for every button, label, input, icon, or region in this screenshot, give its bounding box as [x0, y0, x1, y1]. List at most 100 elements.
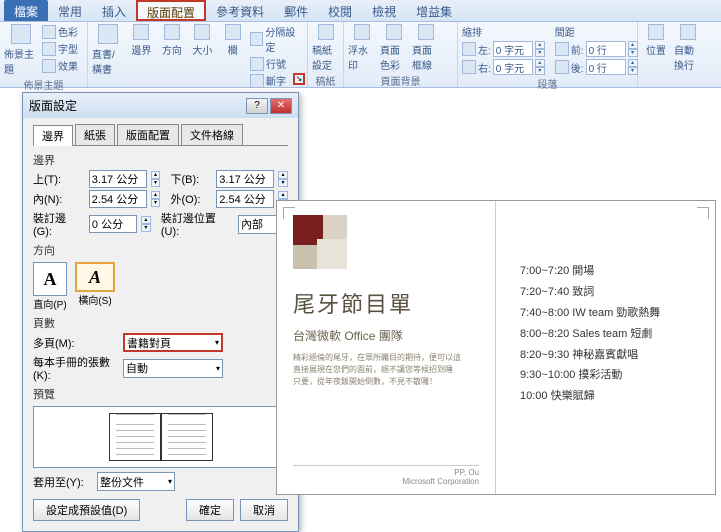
document-title: 尾牙節目單 [293, 287, 479, 319]
document-subtitle: 台灣微軟 Office 團隊 [293, 327, 479, 344]
theme-effects-button[interactable]: 效果 [42, 58, 78, 73]
preview-pane [33, 406, 288, 468]
watermark-button[interactable]: 浮水印 [348, 24, 376, 72]
schedule-item: 7:00~7:20 開場 [520, 261, 691, 282]
tab-review[interactable]: 校閱 [318, 0, 362, 21]
orientation-landscape[interactable]: A橫向(S) [75, 262, 115, 311]
multi-pages-dropdown[interactable]: 書籍對頁▾ [123, 333, 223, 352]
paragraph-group-label: 段落 [462, 75, 633, 92]
schedule-item: 8:00~8:20 Sales team 短劇 [520, 324, 691, 345]
text-direction-button[interactable]: 直書/橫書 [92, 24, 124, 76]
schedule-item: 10:00 快樂賦歸 [520, 386, 691, 407]
preview-section-label: 預覽 [33, 386, 288, 402]
tab-mailings[interactable]: 郵件 [274, 0, 318, 21]
margin-outside-label: 外(O): [170, 191, 212, 207]
decorative-squares [293, 215, 347, 269]
dialog-close-button[interactable]: ✕ [270, 98, 292, 114]
manuscript-button[interactable]: 稿紙設定 [312, 24, 339, 72]
line-numbers-button[interactable]: 行號 [250, 56, 303, 71]
margins-section-label: 邊界 [33, 152, 288, 168]
page-setup-launcher[interactable]: ↘ [293, 73, 305, 85]
gutter-input[interactable]: 0 公分 [89, 215, 137, 233]
margins-button[interactable]: 邊界 [128, 24, 154, 57]
margin-top-input[interactable]: 3.17 公分 [89, 170, 147, 188]
space-before-input[interactable]: 0 行 [586, 41, 626, 57]
indent-right-spin[interactable]: ▴▾ [535, 59, 545, 75]
margin-top-label: 上(T): [33, 171, 85, 187]
document-footer-left: PP, Ou Microsoft Corporation [293, 465, 479, 486]
indent-right-input[interactable]: 0 字元 [493, 59, 533, 75]
space-after-spin[interactable]: ▴▾ [628, 59, 638, 75]
dialog-titlebar: 版面設定 ? ✕ [23, 93, 298, 118]
page-border-button[interactable]: 頁面框線 [412, 24, 440, 72]
schedule-item: 7:20~7:40 致詞 [520, 282, 691, 303]
orientation-portrait[interactable]: A直向(P) [33, 262, 67, 311]
tab-addins[interactable]: 增益集 [406, 0, 462, 21]
ok-button[interactable]: 確定 [186, 499, 234, 521]
multi-pages-label: 多頁(M): [33, 335, 119, 351]
columns-button[interactable]: 欄 [220, 24, 246, 57]
orientation-section-label: 方向 [33, 242, 288, 258]
margin-outside-input[interactable]: 2.54 公分 [216, 190, 274, 208]
space-after-icon [555, 60, 569, 74]
schedule-item: 7:40~8:00 IW team 勁歌熱舞 [520, 303, 691, 324]
space-before-icon [555, 42, 569, 56]
space-after-label: 後: [571, 60, 584, 75]
themes-label: 佈景主題 [4, 46, 38, 76]
tab-home[interactable]: 常用 [48, 0, 92, 21]
tab-file[interactable]: 檔案 [4, 0, 48, 21]
margin-inside-label: 內(N): [33, 191, 85, 207]
indent-left-spin[interactable]: ▴▾ [535, 41, 545, 57]
dialog-tab-margins[interactable]: 邊界 [33, 125, 73, 146]
indent-left-label: 左: [478, 42, 491, 57]
sheets-per-booklet-dropdown[interactable]: 自動▾ [123, 359, 223, 378]
indent-right-label: 右: [478, 60, 491, 75]
dialog-tabs: 邊界 紙張 版面配置 文件格線 [33, 124, 288, 146]
tab-page-layout[interactable]: 版面配置 [136, 0, 206, 21]
schedule-list: 7:00~7:20 開場 7:20~7:40 致詞 7:40~8:00 IW t… [520, 261, 691, 407]
schedule-item: 9:30~10:00 摸彩活動 [520, 365, 691, 386]
dialog-tab-grid[interactable]: 文件格線 [181, 124, 243, 145]
page-color-button[interactable]: 頁面色彩 [380, 24, 408, 72]
dialog-help-button[interactable]: ? [246, 98, 268, 114]
apply-to-dropdown[interactable]: 整份文件▾ [97, 472, 175, 491]
page-setup-dialog: 版面設定 ? ✕ 邊界 紙張 版面配置 文件格線 邊界 上(T): 3.17 公… [22, 92, 299, 532]
gutter-pos-label: 裝訂邊位置(U): [161, 210, 234, 238]
ribbon: 佈景主題 色彩 字型 效果 佈景主題 直書/橫書 邊界 方向 大小 欄 分隔設定… [0, 22, 721, 88]
breaks-button[interactable]: 分隔設定 [250, 24, 303, 54]
orientation-button[interactable]: 方向 [159, 24, 185, 57]
indent-left-input[interactable]: 0 字元 [493, 41, 533, 57]
set-default-button[interactable]: 設定成預設值(D) [33, 499, 140, 521]
space-before-label: 前: [571, 42, 584, 57]
cancel-button[interactable]: 取消 [240, 499, 288, 521]
wrap-text-button[interactable]: 自動換行 [674, 24, 702, 72]
page-bg-group-label: 頁面背景 [348, 72, 453, 89]
ribbon-tabs: 檔案 常用 插入 版面配置 參考資料 郵件 校閱 檢視 增益集 [0, 0, 721, 22]
document-body: 精彩絕倫的尾牙，在眾所矚目的期待，便可以這 直接展現在您們的面前，絕不讓您等候招… [293, 352, 479, 388]
document-preview: 尾牙節目單 台灣微軟 Office 團隊 精彩絕倫的尾牙，在眾所矚目的期待，便可… [276, 200, 716, 495]
theme-fonts-button[interactable]: 字型 [42, 41, 78, 56]
margin-inside-input[interactable]: 2.54 公分 [89, 190, 147, 208]
indent-label: 縮排 [462, 24, 545, 39]
dialog-title: 版面設定 [29, 97, 77, 114]
dialog-tab-paper[interactable]: 紙張 [75, 124, 115, 145]
space-before-spin[interactable]: ▴▾ [628, 41, 638, 57]
apply-to-label: 套用至(Y): [33, 474, 93, 490]
schedule-item: 8:20~9:30 神秘嘉賓獻唱 [520, 345, 691, 366]
position-button[interactable]: 位置 [642, 24, 670, 57]
size-button[interactable]: 大小 [189, 24, 215, 57]
tab-insert[interactable]: 插入 [92, 0, 136, 21]
gutter-label: 裝訂邊(G): [33, 210, 85, 238]
tab-references[interactable]: 參考資料 [206, 0, 274, 21]
pages-section-label: 頁數 [33, 315, 288, 331]
margin-bottom-label: 下(B): [170, 171, 212, 187]
dialog-tab-layout[interactable]: 版面配置 [117, 124, 179, 145]
themes-group-label: 佈景主題 [4, 76, 83, 93]
margin-bottom-input[interactable]: 3.17 公分 [216, 170, 274, 188]
indent-right-icon [462, 60, 476, 74]
theme-colors-button[interactable]: 色彩 [42, 24, 78, 39]
space-after-input[interactable]: 0 行 [586, 59, 626, 75]
tab-view[interactable]: 檢視 [362, 0, 406, 21]
sheets-per-booklet-label: 每本手冊的張數(K): [33, 354, 119, 382]
themes-button[interactable]: 佈景主題 [4, 24, 38, 76]
